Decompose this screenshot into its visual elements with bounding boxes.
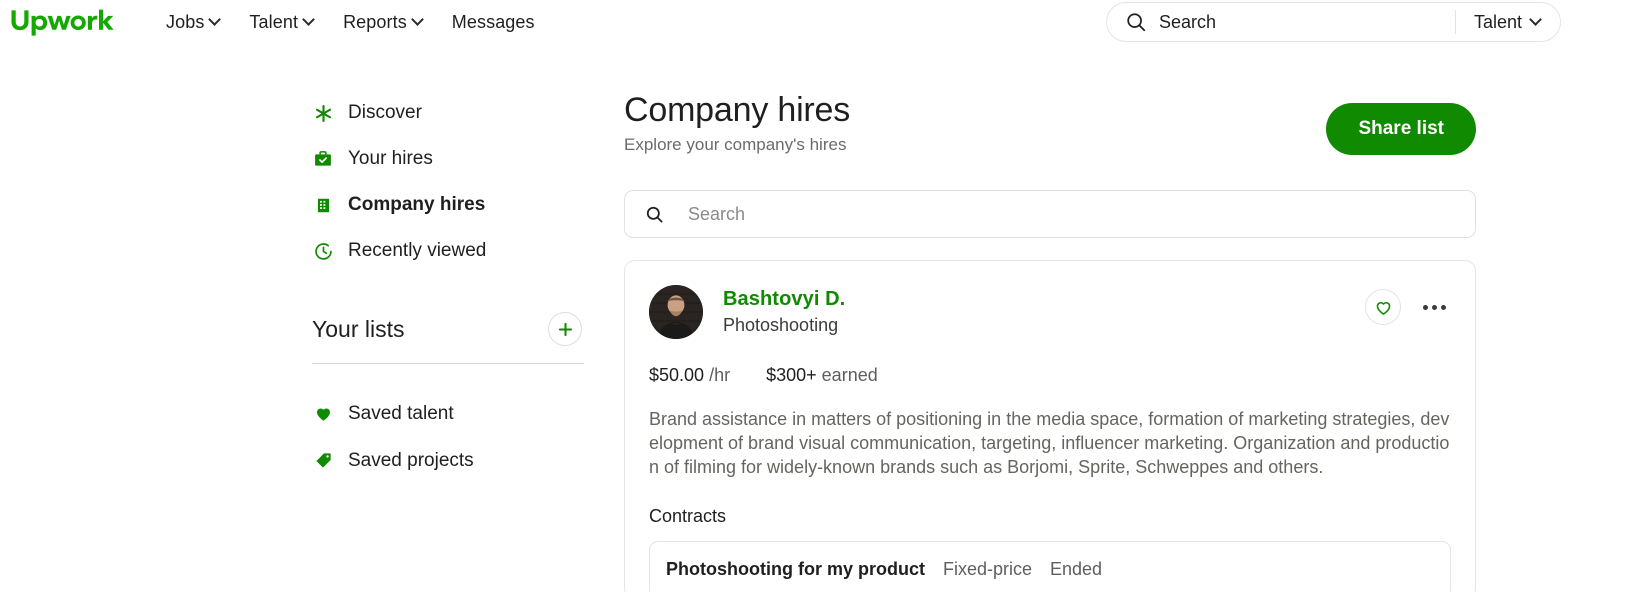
sidebar-item-company-hires-label: Company hires <box>348 194 486 215</box>
avatar[interactable] <box>649 285 703 340</box>
sidebar-item-saved-talent[interactable]: Saved talent <box>312 390 584 437</box>
sidebar-item-saved-projects[interactable]: Saved projects <box>312 437 584 484</box>
your-lists-items: Saved talent Saved projects <box>312 390 584 484</box>
page-body: Discover Your hires Company hires Recent… <box>0 44 1641 592</box>
ellipsis-dot <box>1422 304 1428 310</box>
more-options-button[interactable] <box>1417 290 1451 324</box>
hourly-rate: $50.00 /hr <box>649 365 730 386</box>
heart-outline-icon <box>1376 301 1390 315</box>
main-header: Company hires Explore your company's hir… <box>624 90 1476 155</box>
sparkle-icon <box>312 102 334 124</box>
sidebar-item-recently-viewed[interactable]: Recently viewed <box>312 228 584 274</box>
page-heading-group: Company hires Explore your company's hir… <box>624 90 850 155</box>
briefcase-check-icon <box>312 148 334 170</box>
sidebar-item-saved-projects-label: Saved projects <box>348 449 474 471</box>
nav-item-reports-label: Reports <box>343 11 407 32</box>
total-earned: $300+ earned <box>766 365 878 386</box>
sidebar: Discover Your hires Company hires Recent… <box>312 90 624 592</box>
talent-card-actions <box>1365 285 1451 326</box>
nav-item-messages[interactable]: Messages <box>438 6 549 39</box>
sidebar-item-saved-talent-label: Saved talent <box>348 402 454 424</box>
add-list-button[interactable] <box>548 312 582 346</box>
main-nav-links: Jobs Talent Reports Messages <box>152 6 549 39</box>
search-scope-label: Talent <box>1473 11 1522 32</box>
chevron-down-icon <box>302 12 315 26</box>
hourly-rate-unit: /hr <box>709 365 731 386</box>
hourly-rate-value: $50.00 <box>649 365 705 386</box>
nav-item-jobs[interactable]: Jobs <box>152 6 233 39</box>
your-lists-header: Your lists <box>312 312 584 364</box>
talent-description: Brand assistance in matters of positioni… <box>649 409 1450 477</box>
nav-item-messages-label: Messages <box>451 11 535 32</box>
tag-icon <box>312 450 334 472</box>
heart-filled-icon <box>312 403 334 425</box>
sidebar-item-company-hires[interactable]: Company hires <box>312 182 584 228</box>
talent-role: Photoshooting <box>723 315 839 336</box>
your-lists-title: Your lists <box>312 315 405 342</box>
total-earned-value: $300+ <box>766 365 817 386</box>
sidebar-item-recently-viewed-label: Recently viewed <box>348 240 487 261</box>
page-title: Company hires <box>624 91 851 129</box>
clock-icon <box>312 240 334 262</box>
list-search-input[interactable] <box>688 191 1455 238</box>
search-scope-selector[interactable]: Talent <box>1456 12 1556 33</box>
nav-item-talent[interactable]: Talent <box>235 6 327 39</box>
nav-item-jobs-label: Jobs <box>166 11 205 32</box>
talent-card-header: Bashtovyi D. Photoshooting <box>649 285 1451 340</box>
talent-identity: Bashtovyi D. Photoshooting <box>723 285 1365 336</box>
plus-icon <box>558 322 572 336</box>
global-search-input[interactable] <box>1159 3 1455 41</box>
nav-item-reports[interactable]: Reports <box>329 6 436 39</box>
sidebar-item-discover[interactable]: Discover <box>312 90 584 136</box>
upwork-logo[interactable] <box>10 7 116 37</box>
sidebar-item-your-hires[interactable]: Your hires <box>312 136 584 182</box>
talent-name-link[interactable]: Bashtovyi D. <box>723 288 1365 311</box>
page-subtitle: Explore your company's hires <box>624 135 847 155</box>
share-list-button[interactable]: Share list <box>1326 103 1476 155</box>
contract-type: Fixed-price <box>942 558 1033 579</box>
chevron-down-icon <box>208 12 222 26</box>
save-to-list-button[interactable] <box>1365 289 1401 326</box>
contract-row[interactable]: Photoshooting for my product Fixed-price… <box>649 540 1451 592</box>
contract-title: Photoshooting for my product <box>666 558 925 579</box>
chevron-down-icon <box>410 12 424 26</box>
global-search-bar[interactable]: Talent <box>1106 2 1561 42</box>
list-search-bar[interactable] <box>624 190 1476 239</box>
total-earned-label: earned <box>821 365 878 386</box>
sidebar-item-discover-label: Discover <box>348 102 422 123</box>
search-icon <box>646 206 663 223</box>
sidebar-item-your-hires-label: Your hires <box>348 148 433 169</box>
building-icon <box>312 194 334 216</box>
chevron-down-icon <box>1529 12 1542 26</box>
talent-card: Bashtovyi D. Photoshooting $50.00 /hr $3… <box>624 260 1476 592</box>
nav-item-talent-label: Talent <box>249 11 299 32</box>
search-icon <box>1127 13 1146 32</box>
top-navigation-bar: Jobs Talent Reports Messages Talent <box>0 0 1641 44</box>
ellipsis-dot <box>1431 304 1437 310</box>
contracts-section-label: Contracts <box>649 505 727 526</box>
ellipsis-dot <box>1440 304 1446 310</box>
main-content: Company hires Explore your company's hir… <box>624 90 1476 592</box>
contract-status: Ended <box>1050 558 1103 579</box>
talent-stats: $50.00 /hr $300+ earned <box>649 365 1451 386</box>
